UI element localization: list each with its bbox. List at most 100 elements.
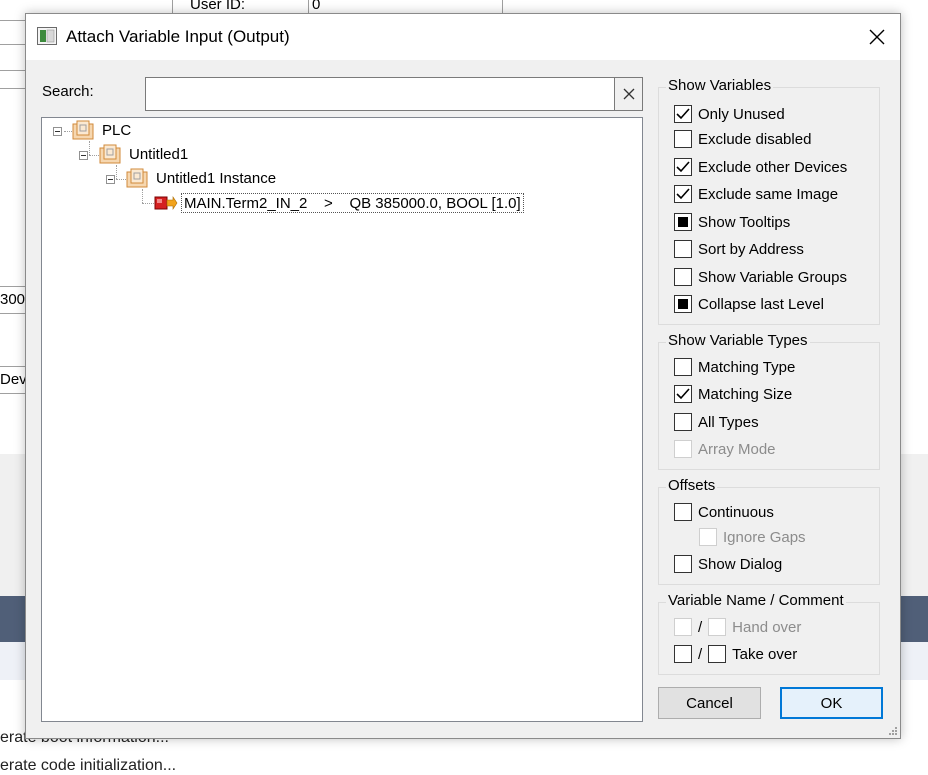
exclude-same-image-label: Exclude same Image	[698, 185, 839, 203]
collapse-last-level-checkbox[interactable]	[674, 295, 692, 313]
dialog-title: Attach Variable Input (Output)	[66, 27, 290, 46]
background-divider	[0, 44, 26, 45]
clear-icon	[623, 88, 634, 100]
matching-type-checkbox[interactable]	[674, 358, 692, 376]
continuous-checkbox[interactable]	[674, 503, 692, 521]
hand-over-comment-checkbox	[708, 618, 727, 636]
take-over-label: Take over	[732, 645, 798, 663]
show-tooltips-checkbox[interactable]	[674, 213, 692, 231]
show-dialog-option[interactable]: Show Dialog	[674, 553, 782, 575]
background-divider	[0, 20, 26, 21]
exclude-disabled-option[interactable]: Exclude disabled	[674, 128, 811, 150]
only-unused-label: Only Unused	[698, 105, 785, 123]
hand-over-option: / Hand over	[674, 616, 801, 638]
search-input[interactable]	[145, 77, 615, 111]
continuous-label: Continuous	[698, 503, 774, 521]
close-button[interactable]	[854, 14, 900, 60]
variable-tree[interactable]: PLC Untitled1 Untitled1 Instance MAIN.Te…	[41, 117, 643, 722]
background-user-id-value: 0	[312, 0, 321, 13]
project-icon	[99, 144, 121, 164]
background-column-divider	[308, 0, 309, 14]
tree-node-plc[interactable]: PLC	[102, 120, 131, 142]
tree-connector	[89, 141, 90, 155]
tree-connector	[64, 131, 72, 132]
background-column-divider	[502, 0, 503, 14]
tree-node-instance[interactable]: Untitled1 Instance	[156, 168, 276, 190]
exclude-disabled-label: Exclude disabled	[698, 130, 812, 148]
slash-separator: /	[698, 645, 703, 663]
collapse-last-level-label: Collapse last Level	[698, 295, 824, 313]
background-field-dev[interactable]: Dev	[0, 366, 26, 394]
tree-connector	[142, 203, 154, 204]
attach-variable-dialog: Attach Variable Input (Output) Search: P…	[25, 13, 901, 739]
background-divider	[0, 70, 26, 71]
show-dialog-label: Show Dialog	[698, 555, 783, 573]
exclude-other-devices-label: Exclude other Devices	[698, 158, 848, 176]
dialog-titlebar[interactable]: Attach Variable Input (Output)	[26, 14, 900, 60]
search-label: Search:	[42, 83, 94, 100]
background-header-strip	[0, 0, 928, 14]
show-tooltips-option[interactable]: Show Tooltips	[674, 211, 790, 233]
collapse-instance-toggle[interactable]	[106, 175, 115, 184]
ok-button[interactable]: OK	[780, 687, 883, 719]
background-column-divider	[172, 0, 173, 14]
background-field-300[interactable]: 300	[0, 286, 26, 314]
array-mode-checkbox	[674, 440, 692, 458]
search-clear-button[interactable]	[614, 77, 643, 111]
sort-by-address-label: Sort by Address	[698, 240, 804, 258]
close-icon	[869, 29, 885, 45]
tree-node-variable[interactable]: MAIN.Term2_IN_2 > QB 385000.0, BOOL [1.0…	[181, 193, 524, 213]
collapse-last-level-option[interactable]: Collapse last Level	[674, 293, 824, 315]
array-mode-label: Array Mode	[698, 440, 776, 458]
exclude-disabled-checkbox[interactable]	[674, 130, 692, 148]
show-tooltips-label: Show Tooltips	[698, 213, 791, 231]
continuous-option[interactable]: Continuous	[674, 501, 774, 523]
show-dialog-checkbox[interactable]	[674, 555, 692, 573]
checkmark-icon	[676, 161, 690, 173]
show-variable-groups-label: Show Variable Groups	[698, 268, 847, 286]
exclude-same-image-checkbox[interactable]	[674, 185, 692, 203]
variable-name-title: Variable Name / Comment	[666, 592, 846, 609]
take-over-comment-checkbox[interactable]	[708, 645, 727, 663]
show-variables-title: Show Variables	[666, 77, 774, 94]
checkmark-icon	[676, 388, 690, 400]
show-variable-groups-checkbox[interactable]	[674, 268, 692, 286]
exclude-other-devices-option[interactable]: Exclude other Devices	[674, 156, 847, 178]
background-log-line: erate code initialization...	[0, 757, 177, 774]
show-variable-types-title: Show Variable Types	[666, 332, 810, 349]
only-unused-checkbox[interactable]	[674, 105, 692, 123]
take-over-name-checkbox[interactable]	[674, 645, 692, 663]
all-types-option[interactable]: All Types	[674, 411, 759, 433]
show-variable-groups-option[interactable]: Show Variable Groups	[674, 266, 847, 288]
all-types-label: All Types	[698, 413, 759, 431]
tree-connector	[116, 165, 117, 179]
cancel-button[interactable]: Cancel	[658, 687, 761, 719]
matching-size-label: Matching Size	[698, 385, 793, 403]
hand-over-label: Hand over	[732, 618, 802, 636]
sort-by-address-checkbox[interactable]	[674, 240, 692, 258]
collapse-project-toggle[interactable]	[79, 151, 88, 160]
tree-node-project[interactable]: Untitled1	[129, 144, 188, 166]
offsets-title: Offsets	[666, 477, 718, 494]
matching-type-option[interactable]: Matching Type	[674, 356, 795, 378]
ignore-gaps-option: Ignore Gaps	[699, 526, 806, 548]
collapse-plc-toggle[interactable]	[53, 127, 62, 136]
background-user-id-label: User ID:	[190, 0, 246, 13]
exclude-same-image-option[interactable]: Exclude same Image	[674, 183, 838, 205]
checkmark-icon	[676, 188, 690, 200]
checkmark-icon	[676, 108, 690, 120]
tree-connector	[142, 189, 143, 203]
hand-over-name-checkbox	[674, 618, 692, 636]
take-over-option[interactable]: / Take over	[674, 643, 797, 665]
matching-size-checkbox[interactable]	[674, 385, 692, 403]
matching-size-option[interactable]: Matching Size	[674, 383, 792, 405]
resize-grip-icon[interactable]	[889, 727, 897, 735]
only-unused-option[interactable]: Only Unused	[674, 103, 785, 125]
sort-by-address-option[interactable]: Sort by Address	[674, 238, 804, 260]
array-mode-option: Array Mode	[674, 438, 776, 460]
instance-icon	[126, 168, 148, 188]
exclude-other-devices-checkbox[interactable]	[674, 158, 692, 176]
tree-connector	[116, 179, 126, 180]
ignore-gaps-label: Ignore Gaps	[723, 528, 806, 546]
all-types-checkbox[interactable]	[674, 413, 692, 431]
